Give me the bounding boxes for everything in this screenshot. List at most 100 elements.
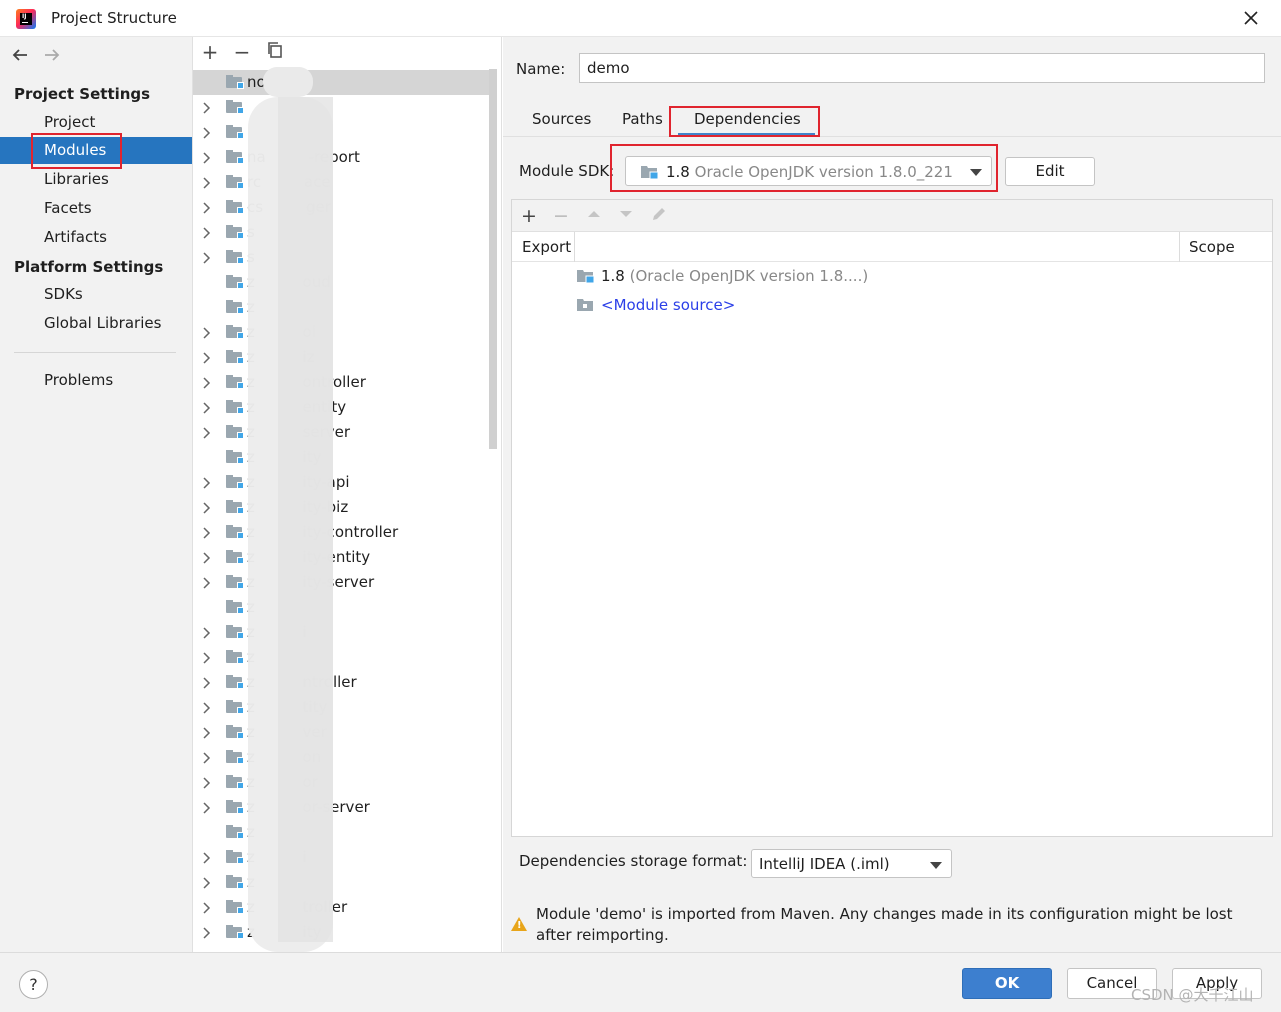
tree-row[interactable]: z ity-server bbox=[193, 570, 493, 595]
tree-row[interactable]: z ity bbox=[193, 920, 493, 945]
tree-row[interactable]: no bbox=[193, 70, 493, 95]
arrow-left-icon[interactable] bbox=[10, 45, 30, 70]
module-folder-icon bbox=[226, 75, 244, 89]
tab-sources[interactable]: Sources bbox=[532, 110, 591, 134]
chevron-right-icon[interactable] bbox=[201, 520, 213, 548]
tab-paths[interactable]: Paths bbox=[622, 110, 663, 134]
chevron-right-icon[interactable] bbox=[201, 545, 213, 573]
chevron-right-icon[interactable] bbox=[201, 695, 213, 723]
move-down-icon[interactable] bbox=[615, 205, 637, 227]
remove-dependency-button[interactable]: − bbox=[550, 205, 572, 227]
tree-row[interactable]: z server bbox=[193, 420, 493, 445]
tree-row[interactable]: z bbox=[193, 595, 493, 620]
storage-format-dropdown[interactable]: IntelliJ IDEA (.iml) bbox=[751, 849, 952, 878]
chevron-right-icon[interactable] bbox=[201, 620, 213, 648]
chevron-right-icon[interactable] bbox=[201, 145, 213, 173]
module-source-link[interactable]: <Module source> bbox=[601, 296, 735, 314]
tree-row[interactable]: z entity bbox=[193, 395, 493, 420]
tree-row[interactable]: z bbox=[193, 870, 493, 895]
module-folder-icon bbox=[226, 325, 244, 339]
chevron-right-icon[interactable] bbox=[201, 670, 213, 698]
tree-row[interactable]: z or-server bbox=[193, 795, 493, 820]
chevron-right-icon[interactable] bbox=[201, 495, 213, 523]
tree-row[interactable] bbox=[193, 95, 493, 120]
nav-item-global-libraries[interactable]: Global Libraries bbox=[0, 310, 192, 337]
tree-row[interactable]: z on bbox=[193, 745, 493, 770]
ok-button[interactable]: OK bbox=[962, 968, 1052, 999]
nav-item-libraries[interactable]: Libraries bbox=[0, 166, 192, 193]
tree-row[interactable]: z i bbox=[193, 620, 493, 645]
chevron-right-icon[interactable] bbox=[201, 170, 213, 198]
tree-row[interactable]: z oud bbox=[193, 270, 493, 295]
tree-row[interactable]: z troller bbox=[193, 895, 493, 920]
chevron-right-icon[interactable] bbox=[201, 645, 213, 673]
tree-row[interactable]: z i bbox=[193, 845, 493, 870]
tree-row[interactable]: z bbox=[193, 820, 493, 845]
tree-scrollbar[interactable] bbox=[489, 69, 497, 449]
chevron-right-icon[interactable] bbox=[201, 895, 213, 923]
dependency-row[interactable]: <Module source> bbox=[512, 291, 1272, 320]
tree-row[interactable]: z bbox=[193, 645, 493, 670]
chevron-right-icon[interactable] bbox=[201, 795, 213, 823]
chevron-right-icon[interactable] bbox=[201, 570, 213, 598]
chevron-right-icon[interactable] bbox=[201, 220, 213, 248]
scope-column-header[interactable]: Scope bbox=[1189, 238, 1235, 256]
chevron-right-icon[interactable] bbox=[201, 195, 213, 223]
chevron-right-icon[interactable] bbox=[201, 470, 213, 498]
chevron-right-icon[interactable] bbox=[201, 395, 213, 423]
nav-item-problems[interactable]: Problems bbox=[0, 367, 192, 394]
add-module-button[interactable]: + bbox=[200, 41, 220, 63]
nav-item-sdks[interactable]: SDKs bbox=[0, 281, 192, 308]
tree-row[interactable]: z ity bbox=[193, 445, 493, 470]
copy-icon[interactable] bbox=[265, 41, 285, 63]
nav-item-artifacts[interactable]: Artifacts bbox=[0, 224, 192, 251]
chevron-right-icon[interactable] bbox=[201, 345, 213, 373]
chevron-right-icon[interactable] bbox=[201, 845, 213, 873]
tree-row[interactable]: cs ger bbox=[193, 195, 493, 220]
close-icon[interactable] bbox=[1241, 8, 1261, 28]
tree-row[interactable]: z tity bbox=[193, 695, 493, 720]
chevron-right-icon[interactable] bbox=[201, 770, 213, 798]
module-folder-icon bbox=[226, 600, 244, 614]
chevron-right-icon[interactable] bbox=[201, 870, 213, 898]
tree-row[interactable]: z ity-controller bbox=[193, 520, 493, 545]
move-up-icon[interactable] bbox=[583, 205, 605, 227]
tree-row[interactable]: s bbox=[193, 245, 493, 270]
pencil-icon[interactable] bbox=[648, 205, 670, 227]
nav-item-facets[interactable]: Facets bbox=[0, 195, 192, 222]
tree-row[interactable]: z or bbox=[193, 770, 493, 795]
tree-row[interactable]: z ntroller bbox=[193, 670, 493, 695]
chevron-right-icon[interactable] bbox=[201, 370, 213, 398]
module-folder-icon bbox=[226, 175, 244, 189]
module-name-input[interactable]: demo bbox=[579, 53, 1265, 83]
chevron-right-icon[interactable] bbox=[201, 420, 213, 448]
export-column-header[interactable]: Export bbox=[522, 238, 571, 256]
add-dependency-button[interactable]: + bbox=[518, 205, 540, 227]
chevron-right-icon[interactable] bbox=[201, 745, 213, 773]
arrow-right-icon[interactable] bbox=[42, 45, 62, 70]
chevron-right-icon[interactable] bbox=[201, 95, 213, 123]
tree-row[interactable]: z ity-biz bbox=[193, 495, 493, 520]
chevron-right-icon[interactable] bbox=[201, 320, 213, 348]
help-button[interactable]: ? bbox=[19, 970, 48, 999]
chevron-right-icon[interactable] bbox=[201, 720, 213, 748]
tree-row[interactable]: z ity-entity bbox=[193, 545, 493, 570]
tree-row[interactable]: na -report bbox=[193, 145, 493, 170]
tree-row[interactable]: z bbox=[193, 295, 493, 320]
tree-row[interactable]: s bbox=[193, 220, 493, 245]
module-folder-icon bbox=[226, 400, 244, 414]
tree-row[interactable]: z ver bbox=[193, 720, 493, 745]
tree-row[interactable]: z ity-api bbox=[193, 470, 493, 495]
remove-module-button[interactable]: − bbox=[232, 41, 252, 63]
edit-sdk-button[interactable]: Edit bbox=[1005, 157, 1095, 186]
nav-item-project[interactable]: Project bbox=[0, 109, 192, 136]
tree-row[interactable]: rc ace bbox=[193, 170, 493, 195]
dependency-row[interactable]: 1.8 (Oracle OpenJDK version 1.8....) bbox=[512, 262, 1272, 291]
tree-row[interactable] bbox=[193, 120, 493, 145]
chevron-right-icon[interactable] bbox=[201, 920, 213, 948]
tree-row[interactable]: z iz bbox=[193, 345, 493, 370]
tree-row[interactable]: z ontroller bbox=[193, 370, 493, 395]
chevron-right-icon[interactable] bbox=[201, 120, 213, 148]
chevron-right-icon[interactable] bbox=[201, 245, 213, 273]
tree-row[interactable]: z oi bbox=[193, 320, 493, 345]
